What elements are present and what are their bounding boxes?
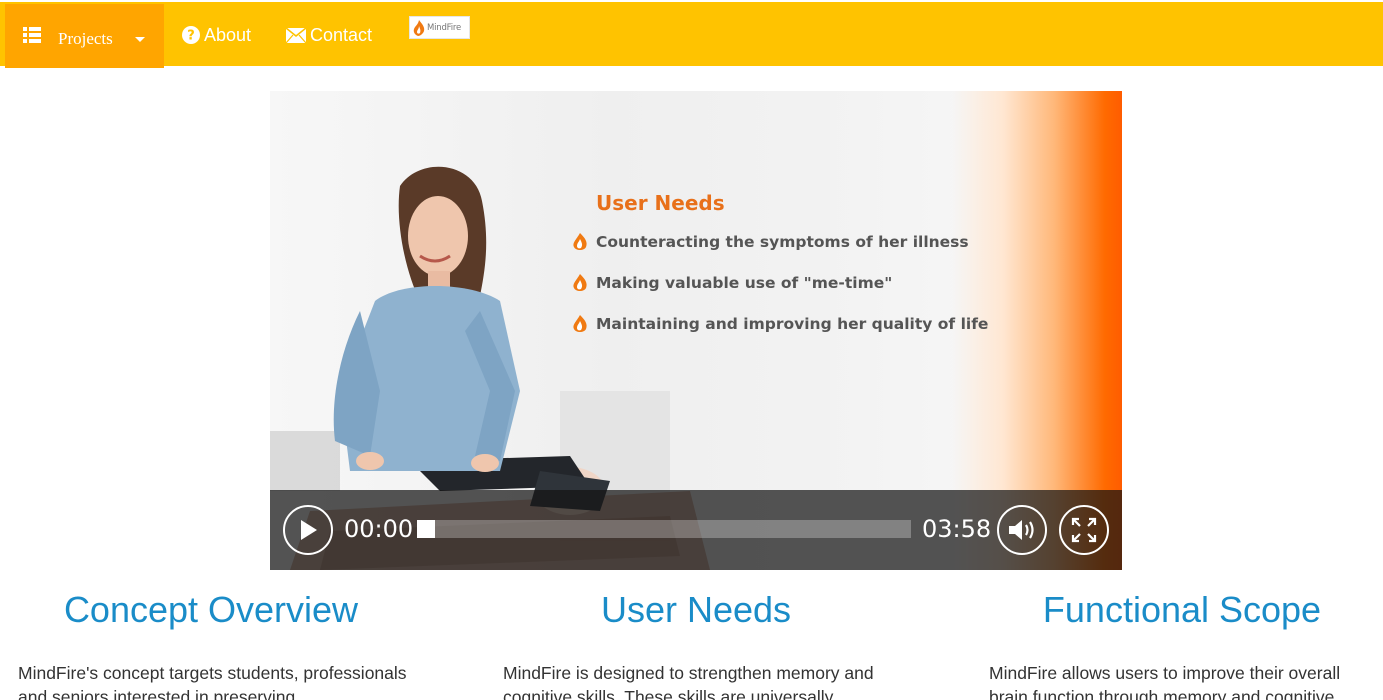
flame-bullet-icon: [573, 233, 587, 250]
volume-icon: [1009, 520, 1034, 540]
slide-item-text: Making valuable use of "me-time": [596, 274, 893, 292]
list-icon: [23, 27, 41, 43]
user-needs-section: User Needs MindFire is designed to stren…: [503, 586, 923, 700]
section-text: MindFire's concept targets students, pro…: [18, 663, 407, 700]
play-button[interactable]: [283, 505, 333, 555]
section-heading: User Needs: [600, 589, 792, 630]
top-navbar: Projects ? About Contact MindFire: [0, 0, 1383, 68]
envelope-icon: [286, 27, 306, 43]
slide-item: Making valuable use of "me-time": [570, 273, 892, 293]
nav-about-link[interactable]: ? About: [182, 23, 251, 47]
slide-item-text: Maintaining and improving her quality of…: [596, 315, 989, 333]
progress-bar[interactable]: [417, 520, 911, 538]
svg-text:?: ?: [187, 29, 195, 44]
flame-icon: [413, 19, 425, 36]
caret-down-icon: [135, 37, 145, 42]
fullscreen-icon: [1071, 517, 1097, 543]
nav-contact-link[interactable]: Contact: [286, 23, 372, 47]
section-text: MindFire is designed to strengthen memor…: [503, 663, 874, 700]
nav-about-label: About: [204, 24, 252, 45]
flame-bullet-icon: [573, 274, 587, 291]
functional-scope-section: Functional Scope MindFire allows users t…: [989, 586, 1383, 700]
flame-bullet-icon: [573, 315, 587, 332]
video-player[interactable]: User Needs Counteracting the symptoms of…: [270, 91, 1122, 570]
slide-item: Counteracting the symptoms of her illnes…: [570, 232, 969, 252]
projects-dropdown[interactable]: Projects: [5, 4, 164, 68]
section-heading: Functional Scope: [1042, 589, 1322, 630]
question-circle-icon: ?: [182, 26, 200, 44]
section-heading: Concept Overview: [63, 589, 359, 630]
play-icon: [301, 520, 317, 540]
slide-item-text: Counteracting the symptoms of her illnes…: [596, 233, 969, 251]
progress-handle[interactable]: [417, 520, 435, 538]
section-text: MindFire allows users to improve their o…: [989, 663, 1341, 700]
concept-overview-section: Concept Overview MindFire's concept targ…: [18, 586, 438, 700]
video-controls: 00:00 03:58: [270, 490, 1122, 570]
current-time: 00:00: [344, 515, 414, 543]
mindfire-logo[interactable]: MindFire: [409, 16, 470, 39]
slide-item: Maintaining and improving her quality of…: [570, 314, 988, 334]
total-time: 03:58: [922, 515, 992, 543]
projects-label: Projects: [58, 29, 113, 48]
nav-contact-label: Contact: [310, 24, 373, 45]
volume-button[interactable]: [997, 505, 1047, 555]
logo-text: MindFire: [427, 22, 462, 33]
slide-title: User Needs: [596, 191, 725, 215]
fullscreen-button[interactable]: [1059, 505, 1109, 555]
